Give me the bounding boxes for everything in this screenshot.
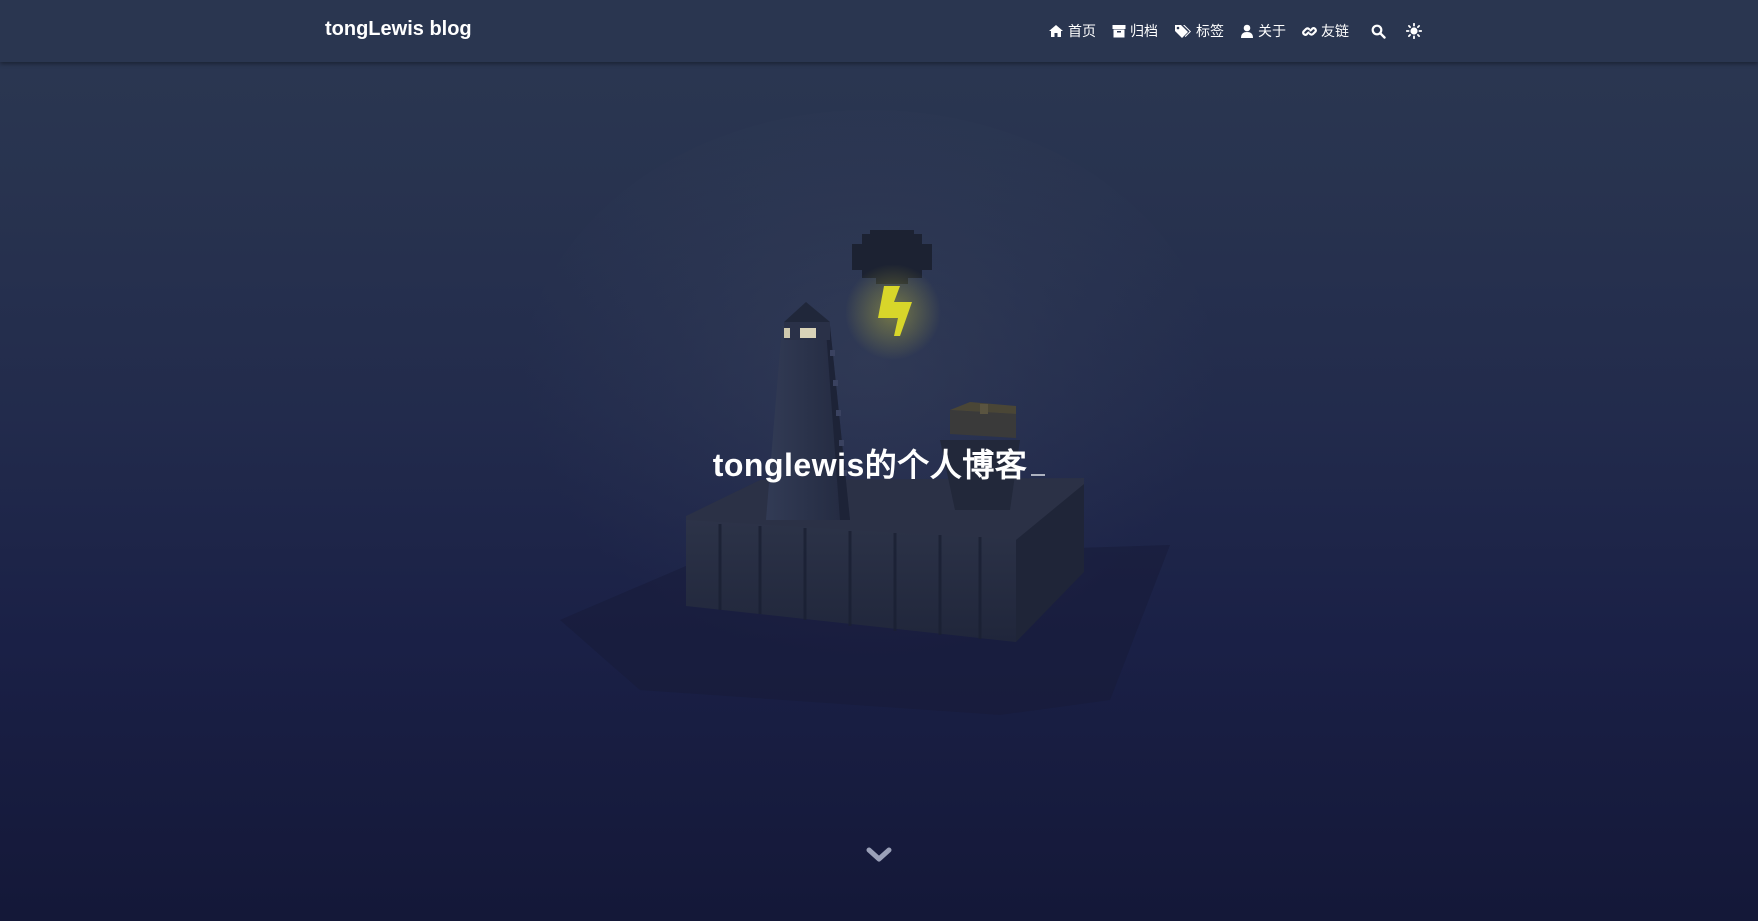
page: tongLewis blog 首页 归档 标签 关于 友链 tonglewis的… bbox=[0, 0, 1758, 921]
nav-item-tags-label: 标签 bbox=[1196, 23, 1224, 39]
user-icon bbox=[1241, 24, 1253, 38]
nav-item-home[interactable]: 首页 bbox=[1048, 21, 1096, 41]
nav-item-about[interactable]: 关于 bbox=[1240, 21, 1286, 41]
typing-cursor bbox=[1031, 474, 1046, 476]
hero-title: tonglewis的个人博客 bbox=[0, 440, 1758, 486]
search-button[interactable] bbox=[1371, 24, 1386, 39]
link-icon bbox=[1302, 26, 1317, 36]
lighthouse bbox=[766, 302, 850, 520]
scroll-down-button[interactable] bbox=[866, 846, 892, 864]
nav-item-home-label: 首页 bbox=[1068, 23, 1096, 39]
nav-item-archive-label: 归档 bbox=[1130, 23, 1158, 39]
sun-icon bbox=[1406, 23, 1422, 39]
home-icon bbox=[1049, 25, 1063, 37]
nav-item-friends[interactable]: 友链 bbox=[1302, 21, 1349, 41]
site-brand[interactable]: tongLewis blog bbox=[325, 18, 472, 41]
nav-item-friends-label: 友链 bbox=[1321, 23, 1349, 39]
nav-item-archive[interactable]: 归档 bbox=[1112, 21, 1158, 41]
search-icon bbox=[1371, 24, 1386, 39]
chevron-down-icon bbox=[866, 847, 892, 862]
theme-toggle-button[interactable] bbox=[1406, 23, 1422, 39]
main-nav: 首页 归档 标签 关于 友链 bbox=[1048, 20, 1436, 42]
nav-item-tags[interactable]: 标签 bbox=[1174, 21, 1224, 41]
nav-item-about-label: 关于 bbox=[1258, 23, 1286, 39]
tags-icon bbox=[1175, 25, 1191, 38]
archive-icon bbox=[1112, 25, 1126, 38]
hero-title-text: tonglewis的个人博客 bbox=[712, 447, 1028, 483]
navbar: tongLewis blog 首页 归档 标签 关于 友链 bbox=[0, 0, 1758, 62]
